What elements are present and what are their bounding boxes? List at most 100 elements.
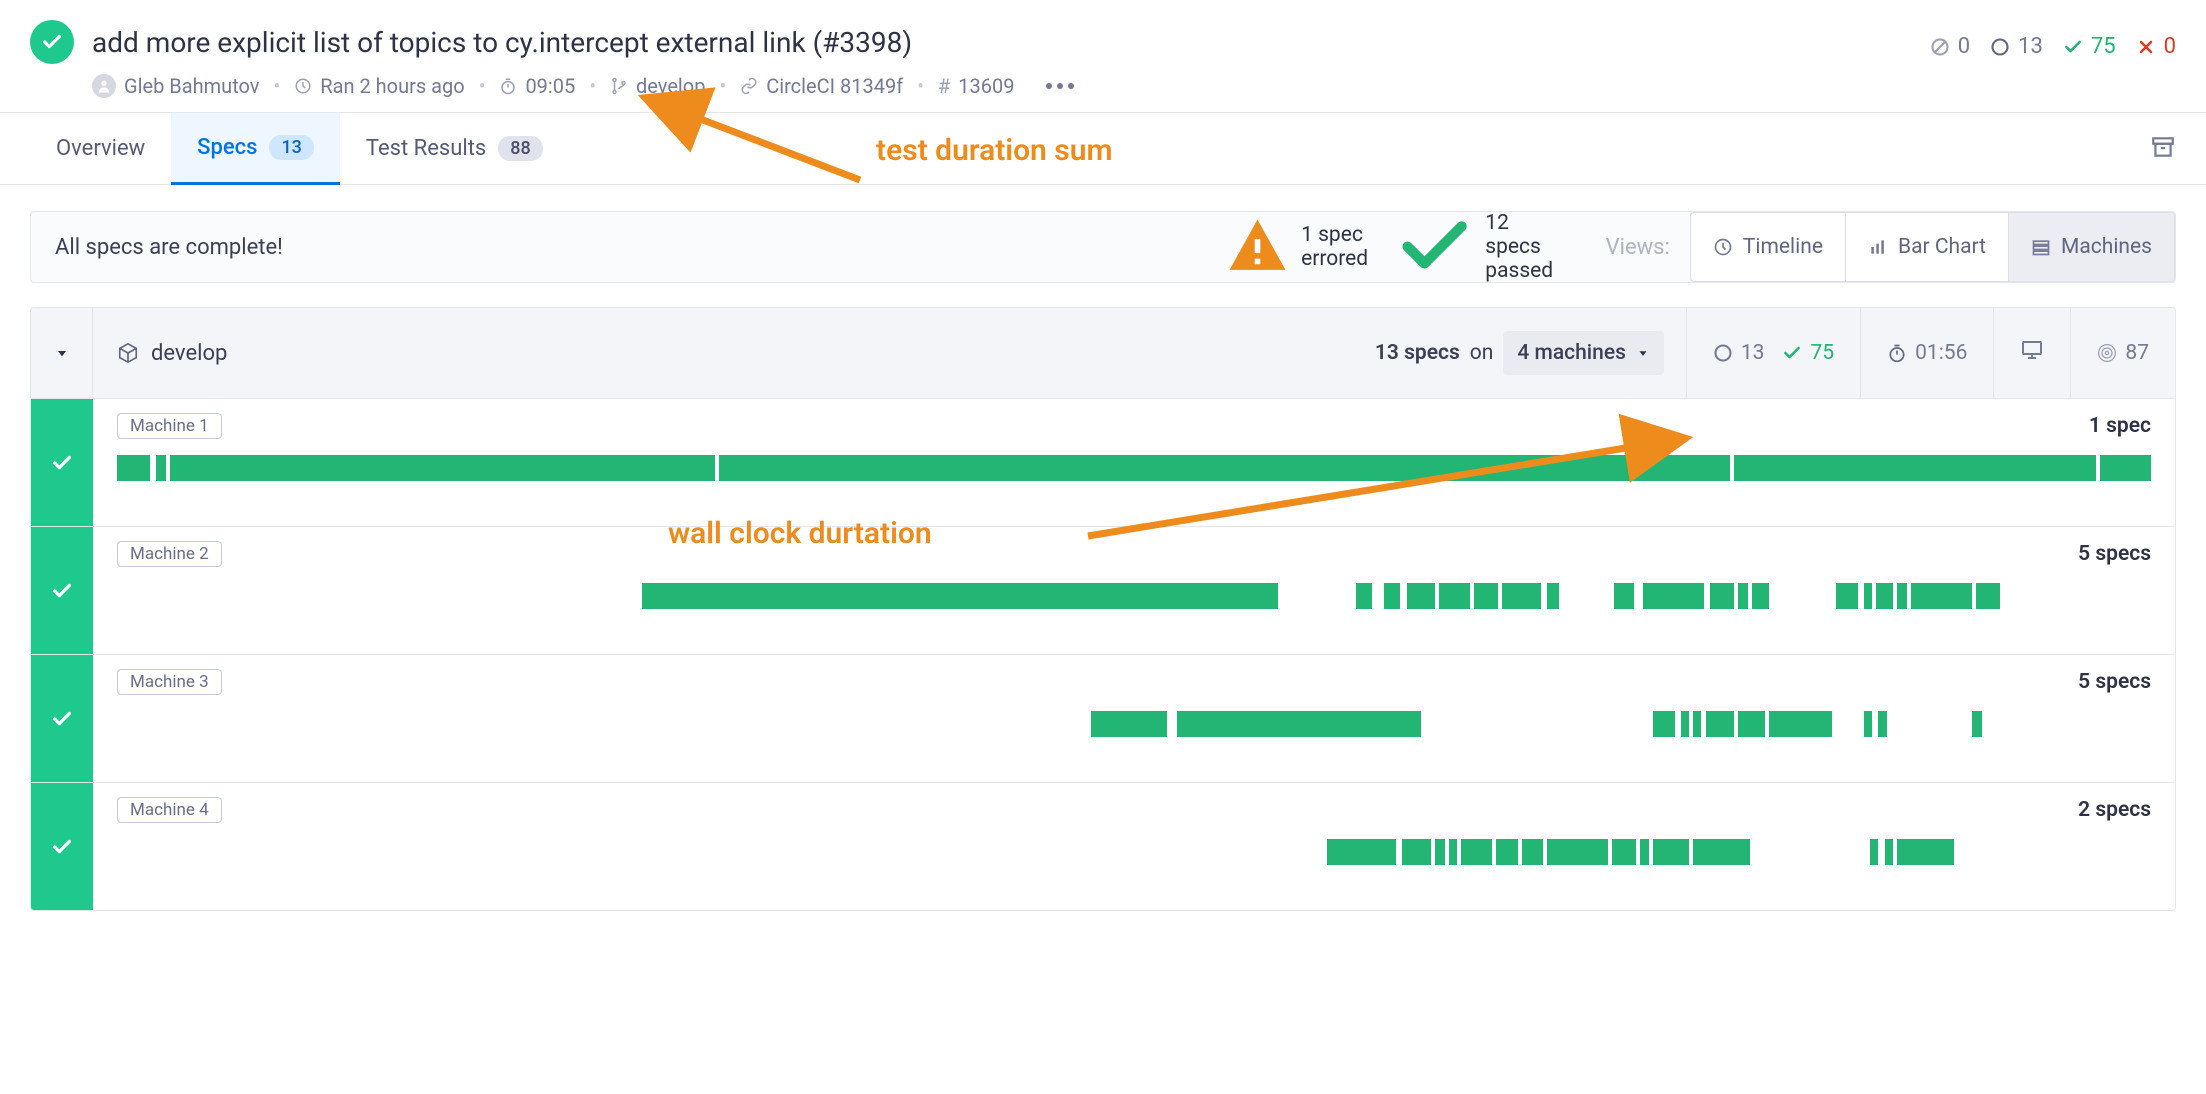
timeline-segment[interactable] <box>1972 711 1982 737</box>
timeline-segment[interactable] <box>1327 839 1396 865</box>
machine-label: Machine 1 <box>117 413 222 439</box>
separator-dot: • <box>274 74 281 98</box>
wall-clock: 01:56 <box>1887 341 1967 365</box>
timeline-segment[interactable] <box>1402 839 1430 865</box>
timeline-segment[interactable] <box>156 455 166 481</box>
timeline-segment[interactable] <box>1836 583 1858 609</box>
machine-row[interactable]: Machine 2 5 specs <box>31 526 2175 654</box>
status-passed-icon <box>31 783 93 910</box>
errored-count: 1 spec errored <box>1224 214 1368 281</box>
run-number[interactable]: # 13609 <box>938 74 1015 98</box>
separator-dot: • <box>479 74 486 98</box>
timeline-segment[interactable] <box>1643 583 1704 609</box>
more-menu-icon[interactable] <box>1040 79 1080 93</box>
archive-icon[interactable] <box>2150 134 2176 164</box>
failed-stat: 0 <box>2136 34 2176 59</box>
timeline-segment[interactable] <box>1864 711 1872 737</box>
timeline-segment[interactable] <box>1407 583 1435 609</box>
tab-overview[interactable]: Overview <box>30 113 171 185</box>
status-passed-icon <box>31 399 93 526</box>
views-label: Views: <box>1586 235 1690 260</box>
view-timeline-button[interactable]: Timeline <box>1690 212 1845 282</box>
header-stats: 0 13 75 0 <box>1930 34 2176 59</box>
timeline-segment[interactable] <box>1706 711 1734 737</box>
timeline-segment[interactable] <box>1885 839 1893 865</box>
tab-specs[interactable]: Specs 13 <box>171 113 340 185</box>
machine-spec-count: 5 specs <box>2078 542 2151 566</box>
timeline-segment[interactable] <box>1653 839 1690 865</box>
timeline-segment[interactable] <box>1474 583 1498 609</box>
timeline-segment[interactable] <box>1897 839 1954 865</box>
timeline-track <box>117 711 2151 737</box>
view-machines-button[interactable]: Machines <box>2008 212 2175 282</box>
timeline-segment[interactable] <box>1693 711 1701 737</box>
timeline-segment[interactable] <box>642 583 1279 609</box>
timeline-segment[interactable] <box>1870 839 1878 865</box>
machine-row[interactable]: Machine 35 specs <box>31 654 2175 782</box>
timeline-segment[interactable] <box>1522 839 1542 865</box>
timeline-track <box>117 583 2151 609</box>
timeline-segment[interactable] <box>1734 455 2096 481</box>
timeline-segment[interactable] <box>1653 711 1675 737</box>
timeline-segment[interactable] <box>1091 711 1166 737</box>
timeline-segment[interactable] <box>1738 711 1764 737</box>
timeline-segment[interactable] <box>1439 583 1470 609</box>
timeline-segment[interactable] <box>1911 583 1972 609</box>
timeline-segment[interactable] <box>1547 583 1559 609</box>
on-label: on <box>1470 341 1494 365</box>
timeline-segment[interactable] <box>1752 583 1768 609</box>
timeline-segment[interactable] <box>117 455 150 481</box>
machines-dropdown[interactable]: 4 machines <box>1503 331 1664 375</box>
timeline-segment[interactable] <box>1612 839 1636 865</box>
ci-provider[interactable]: CircleCI 81349f <box>740 74 903 98</box>
machine-row[interactable]: Machine 11 spec <box>31 398 2175 526</box>
timeline-segment[interactable] <box>1177 711 1421 737</box>
timeline-segment[interactable] <box>1710 583 1734 609</box>
collapse-toggle[interactable] <box>31 308 93 398</box>
tab-specs-count: 13 <box>269 135 313 160</box>
timeline-segment[interactable] <box>2100 455 2151 481</box>
timeline-segment[interactable] <box>1502 583 1541 609</box>
timeline-segment[interactable] <box>1878 711 1886 737</box>
timeline-segment[interactable] <box>1614 583 1634 609</box>
machines-group: develop 13 specs on 4 machines 13 <box>30 307 2176 911</box>
timeline-segment[interactable] <box>1864 583 1872 609</box>
avatar-icon <box>92 74 116 98</box>
timeline-segment[interactable] <box>170 455 715 481</box>
timeline-segment[interactable] <box>1769 711 1832 737</box>
duration-sum: 09:05 <box>499 74 575 98</box>
warning-icon <box>1224 214 1291 281</box>
check-icon <box>1394 206 1475 287</box>
author-name: Gleb Bahmutov <box>124 74 260 98</box>
machine-row[interactable]: Machine 42 specs <box>31 782 2175 910</box>
timeline-segment[interactable] <box>1461 839 1492 865</box>
chevron-down-icon <box>1636 346 1650 360</box>
run-title: add more explicit list of topics to cy.i… <box>92 26 912 59</box>
tab-test-results[interactable]: Test Results 88 <box>340 113 569 185</box>
timeline-segment[interactable] <box>1384 583 1400 609</box>
machine-label: Machine 2 <box>117 541 222 567</box>
timeline-segment[interactable] <box>1449 839 1457 865</box>
branch[interactable]: develop <box>610 74 705 98</box>
timeline-segment[interactable] <box>1640 839 1648 865</box>
status-passed-icon <box>31 655 93 782</box>
summary-bar: All specs are complete! 1 spec errored 1… <box>30 211 2176 283</box>
timeline-segment[interactable] <box>1681 711 1689 737</box>
author[interactable]: Gleb Bahmutov <box>92 74 260 98</box>
group-spec-count: 13 specs <box>1375 341 1460 365</box>
timeline-segment[interactable] <box>1356 583 1372 609</box>
machine-label: Machine 4 <box>117 797 222 823</box>
machine-spec-count: 5 specs <box>2078 670 2151 694</box>
timeline-track <box>117 455 2151 481</box>
view-barchart-button[interactable]: Bar Chart <box>1845 212 2008 282</box>
timeline-segment[interactable] <box>719 455 1730 481</box>
timeline-segment[interactable] <box>1976 583 2000 609</box>
timeline-segment[interactable] <box>1435 839 1445 865</box>
timeline-segment[interactable] <box>1876 583 1892 609</box>
timeline-segment[interactable] <box>1547 839 1608 865</box>
timeline-segment[interactable] <box>1738 583 1748 609</box>
tabs: Overview Specs 13 Test Results 88 <box>0 113 2206 185</box>
timeline-segment[interactable] <box>1897 583 1907 609</box>
timeline-segment[interactable] <box>1693 839 1750 865</box>
timeline-segment[interactable] <box>1496 839 1518 865</box>
